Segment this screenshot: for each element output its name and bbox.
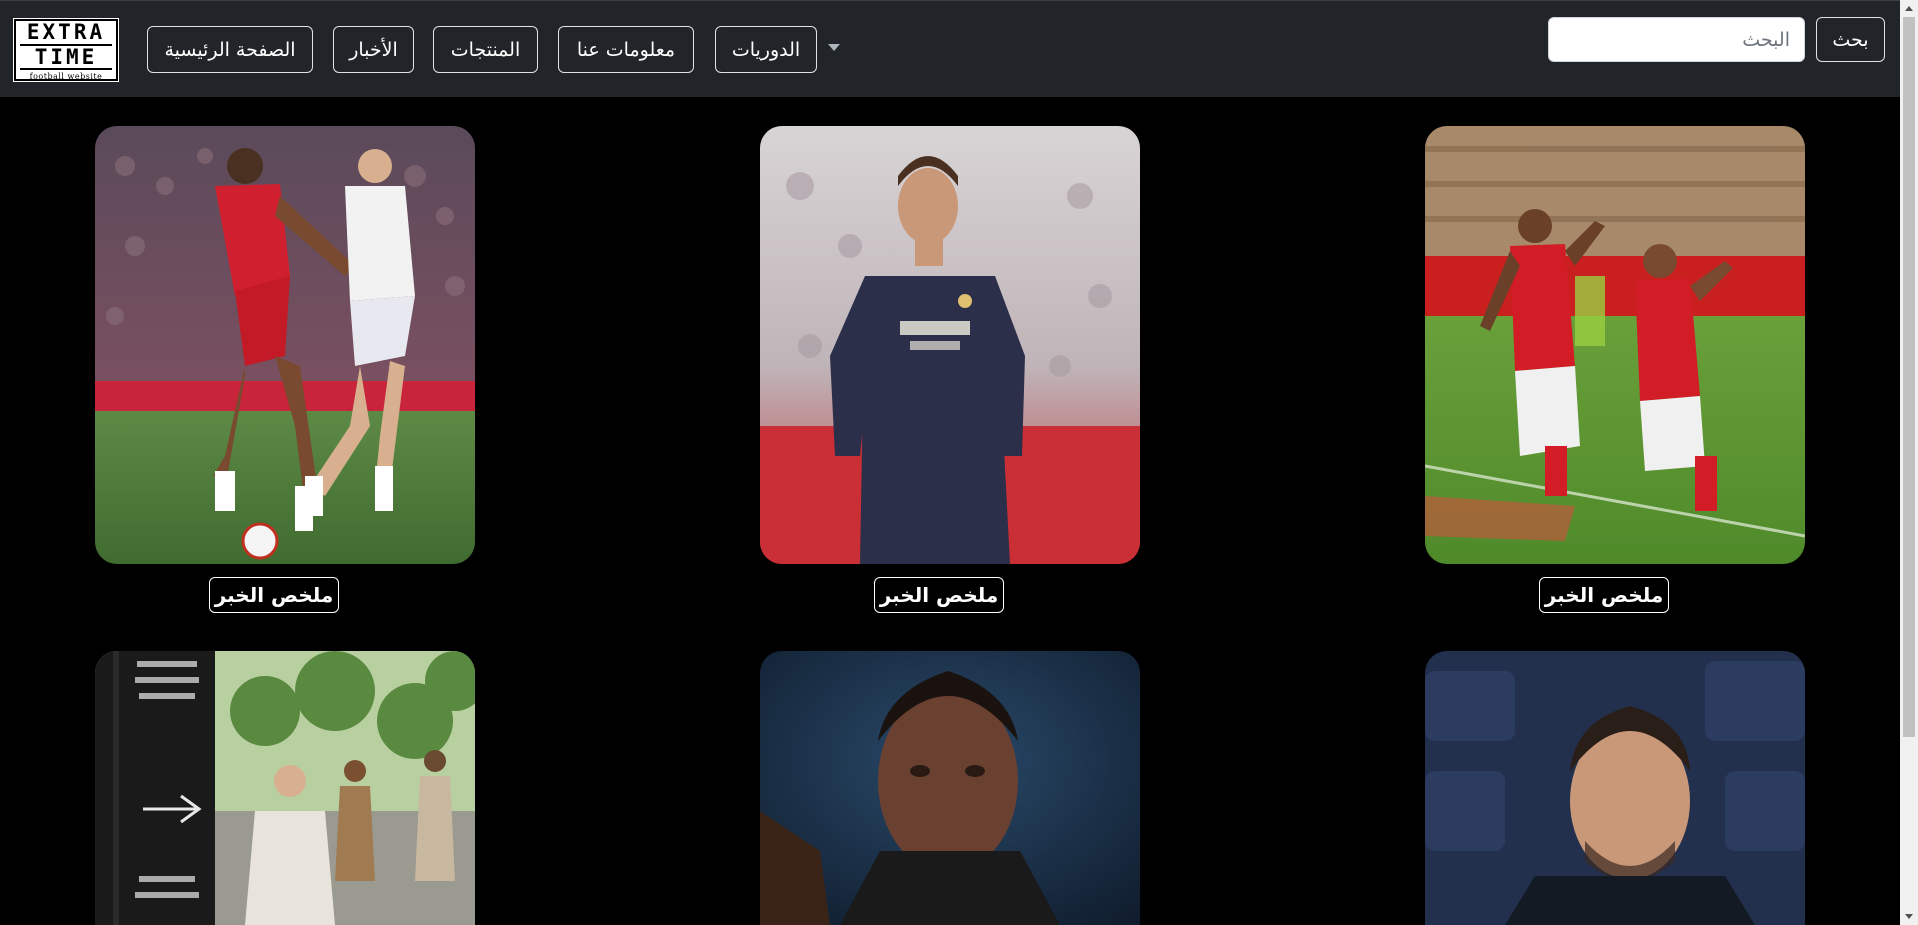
search-input[interactable] bbox=[1548, 17, 1805, 62]
news-summary-button[interactable]: ملخص الخبر bbox=[874, 577, 1004, 613]
real-madrid-player-photo bbox=[760, 126, 1140, 564]
logo-line1: EXTRA bbox=[26, 20, 106, 44]
search-button[interactable]: بحث bbox=[1816, 17, 1885, 62]
news-card-image[interactable] bbox=[760, 651, 1140, 925]
page-scrollbar[interactable] bbox=[1900, 0, 1918, 925]
nav-home-button[interactable]: الصفحة الرئيسية bbox=[147, 26, 313, 73]
logo-line2: TIME bbox=[20, 44, 112, 70]
nav-about-button[interactable]: معلومات عنا bbox=[558, 26, 694, 73]
news-card-image[interactable] bbox=[1425, 126, 1805, 564]
logo-tagline: football website bbox=[29, 72, 103, 81]
news-summary-button[interactable]: ملخص الخبر bbox=[1539, 577, 1669, 613]
liverpool-match-photo bbox=[95, 126, 475, 564]
news-card-image[interactable] bbox=[760, 126, 1140, 564]
nav-leagues-button[interactable]: الدوريات bbox=[715, 26, 817, 73]
coach-in-stands-photo bbox=[1425, 651, 1805, 925]
scroll-thumb[interactable] bbox=[1903, 17, 1915, 737]
site-logo[interactable]: EXTRA TIME football website bbox=[13, 18, 119, 82]
news-card-image[interactable] bbox=[95, 126, 475, 564]
news-card-image[interactable] bbox=[1425, 651, 1805, 925]
scroll-down-arrow-icon[interactable] bbox=[1905, 914, 1913, 919]
leagues-dropdown-caret-icon[interactable] bbox=[828, 44, 840, 51]
news-summary-button[interactable]: ملخص الخبر bbox=[209, 577, 339, 613]
street-scene-photo bbox=[95, 651, 475, 925]
player-portrait-photo bbox=[760, 651, 1140, 925]
al-ahly-celebration-photo bbox=[1425, 126, 1805, 564]
news-card-image[interactable] bbox=[95, 651, 475, 925]
navbar: EXTRA TIME football website الصفحة الرئي… bbox=[0, 0, 1900, 97]
nav-products-button[interactable]: المنتجات bbox=[433, 26, 538, 73]
nav-news-button[interactable]: الأخبار bbox=[333, 26, 414, 73]
scroll-up-arrow-icon[interactable] bbox=[1905, 6, 1913, 11]
